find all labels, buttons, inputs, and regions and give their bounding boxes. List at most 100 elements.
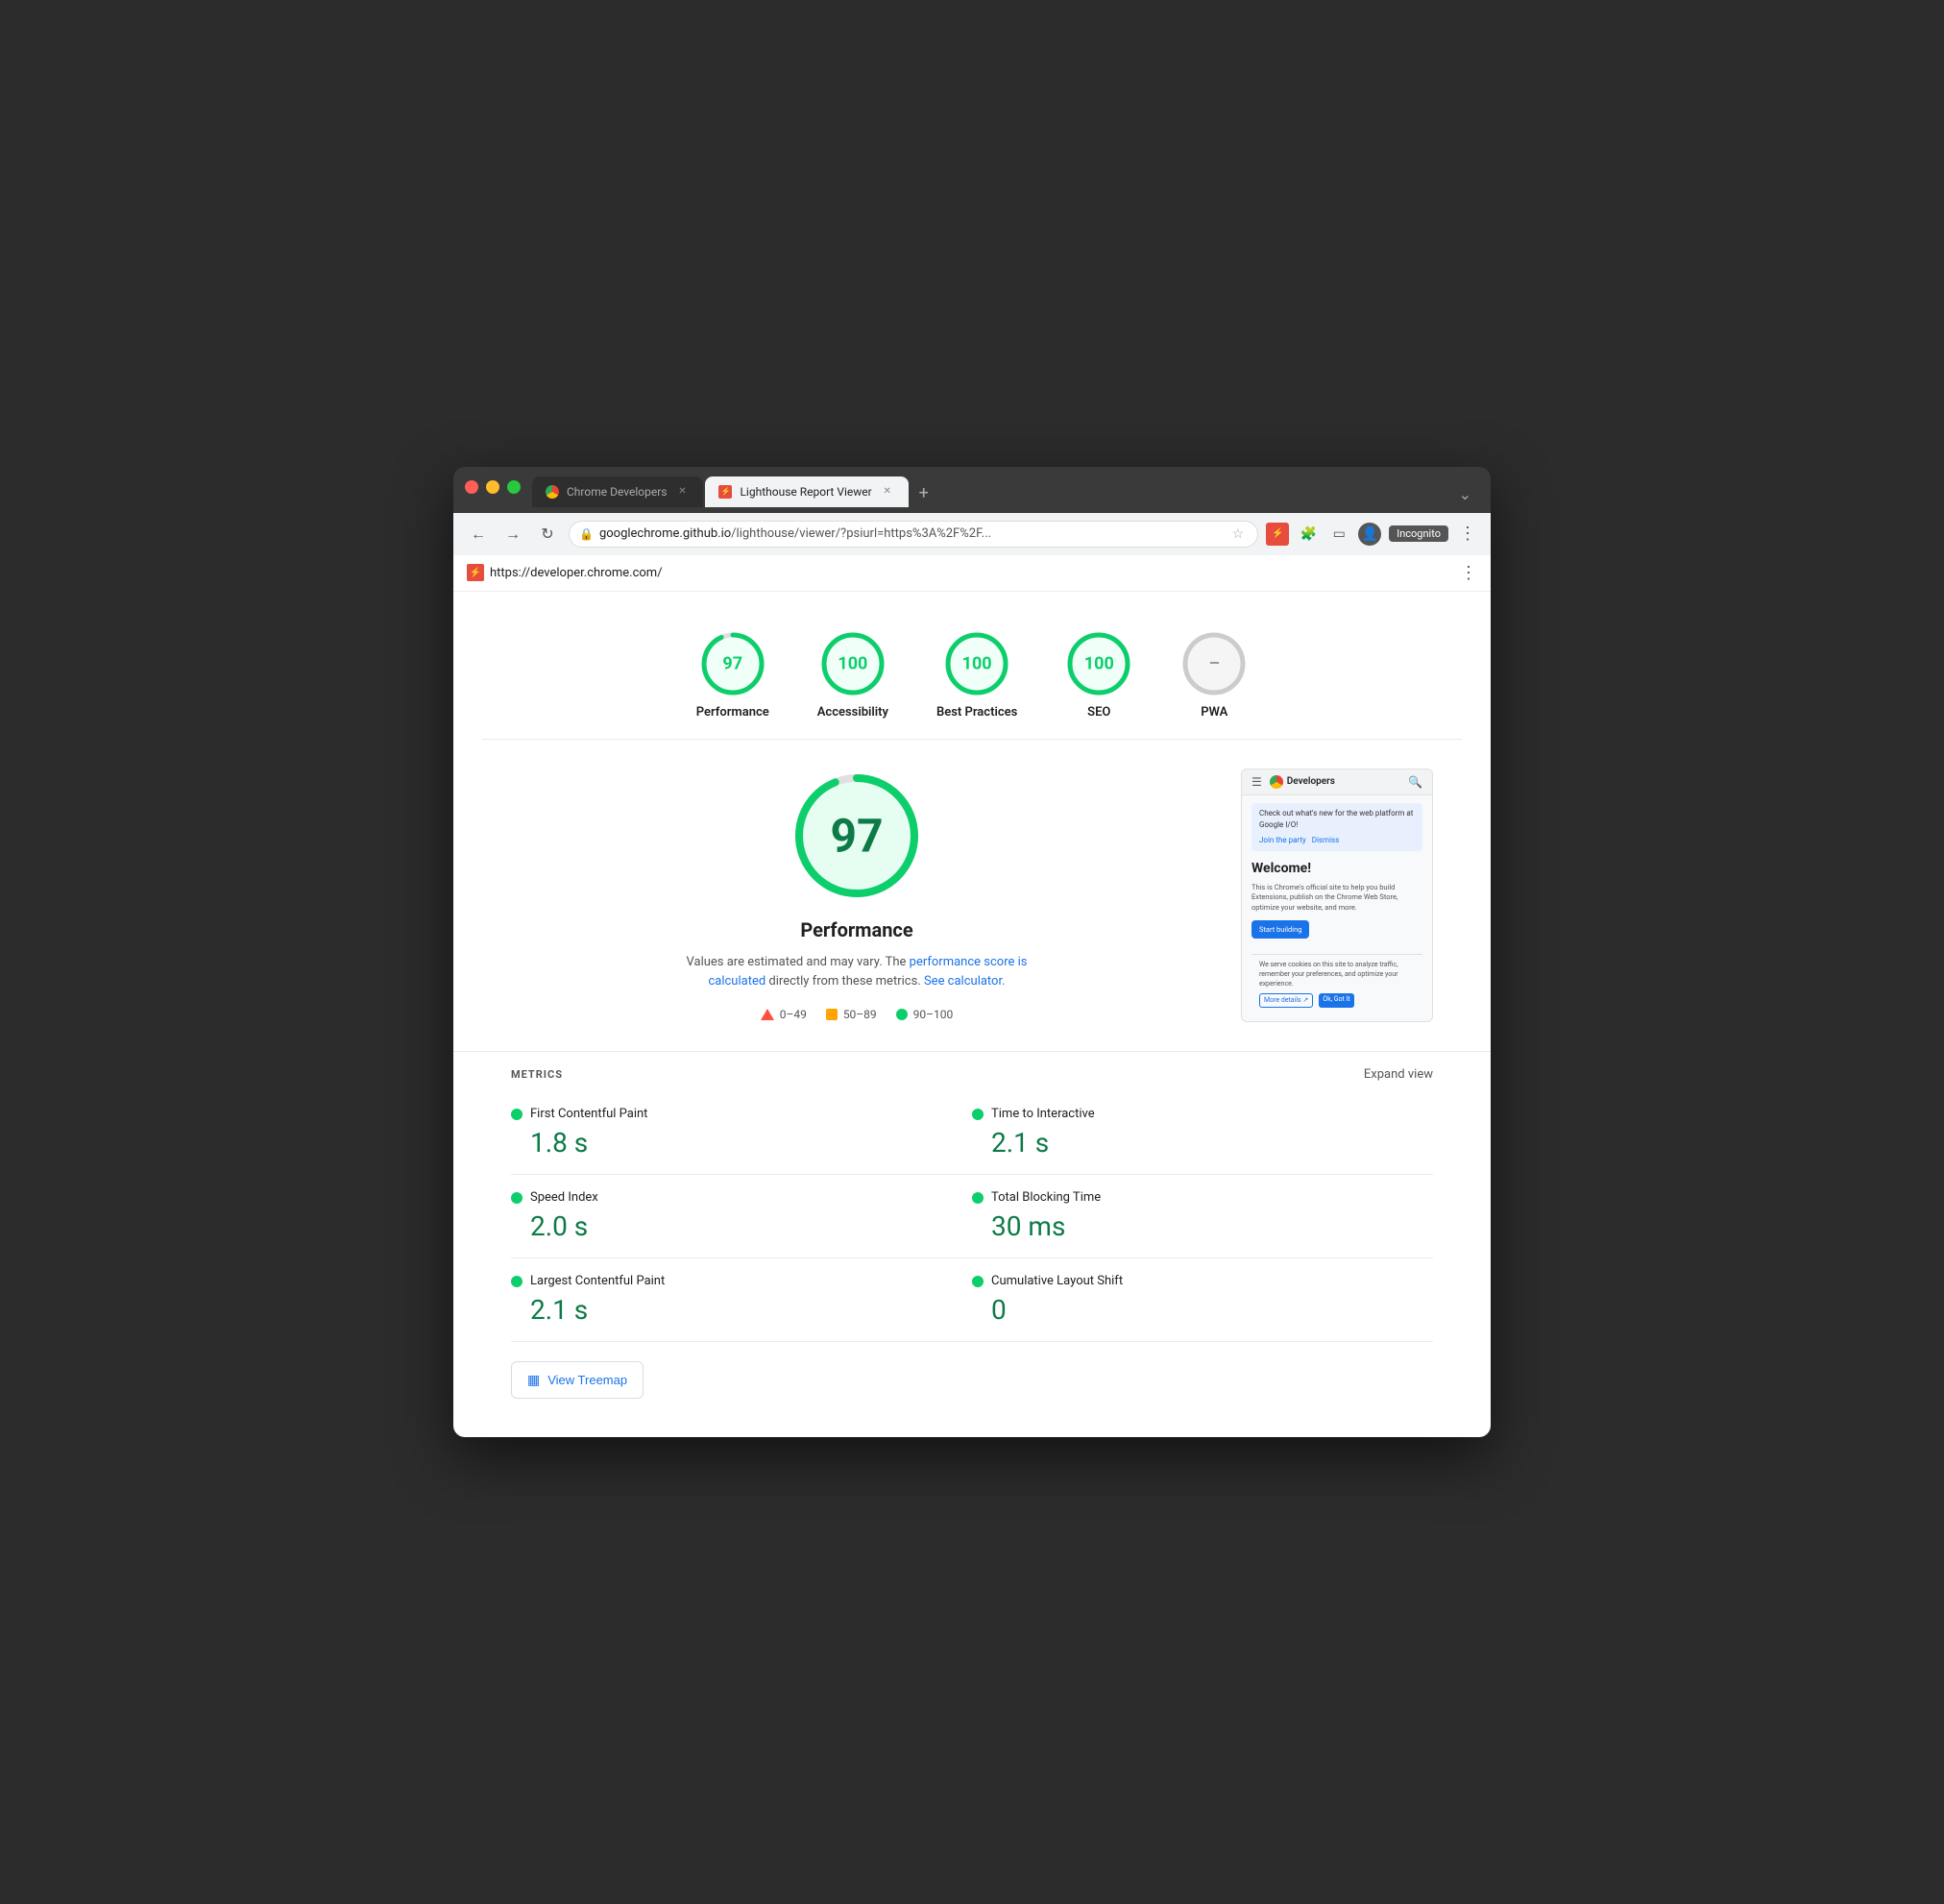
screenshot-logo: Developers: [1270, 775, 1335, 789]
calculator-link[interactable]: See calculator.: [924, 974, 1006, 989]
info-bar-icon: ⚡: [467, 564, 484, 581]
metric-name-tti: Time to Interactive: [991, 1107, 1095, 1121]
score-ring-best-practices: 100: [943, 630, 1010, 697]
screenshot-welcome: Welcome! This is Chrome's official site …: [1251, 859, 1422, 947]
expand-view-button[interactable]: Expand view: [1364, 1067, 1433, 1082]
score-item-accessibility[interactable]: 100 Accessibility: [817, 630, 888, 720]
metric-value-cls: 0: [972, 1294, 1433, 1326]
screenshot-body: Check out what's new for the web platfor…: [1242, 795, 1432, 1022]
refresh-button[interactable]: ↻: [534, 521, 561, 548]
score-value-accessibility: 100: [838, 653, 867, 673]
info-bar: ⚡ https://developer.chrome.com/ ⋮: [453, 555, 1491, 592]
screenshot-cookies: We serve cookies on this site to analyze…: [1251, 954, 1422, 1013]
metric-dot-lcp: [511, 1276, 522, 1287]
metric-name-row-lcp: Largest Contentful Paint: [511, 1274, 934, 1288]
tab-close-chrome[interactable]: ✕: [674, 484, 690, 500]
score-ring-performance: 97: [699, 630, 766, 697]
metric-name-row-tbt: Total Blocking Time: [972, 1190, 1433, 1205]
score-ring-accessibility: 100: [819, 630, 887, 697]
incognito-badge: Incognito: [1389, 525, 1448, 542]
metric-dot-fcp: [511, 1109, 522, 1120]
performance-title: Performance: [511, 918, 1203, 941]
metric-name-row-fcp: First Contentful Paint: [511, 1107, 934, 1121]
star-icon[interactable]: ☆: [1232, 526, 1245, 542]
tab-menu-button[interactable]: ⌄: [1451, 481, 1479, 507]
legend-item-average: 50–89: [826, 1008, 877, 1021]
tab-lighthouse-viewer[interactable]: ⚡ Lighthouse Report Viewer ✕: [705, 476, 908, 507]
welcome-title: Welcome!: [1251, 859, 1422, 879]
profile-icon[interactable]: 👤: [1358, 523, 1381, 546]
score-label-best-practices: Best Practices: [936, 705, 1017, 720]
address-scheme: googlechrome.github.io: [599, 526, 731, 541]
traffic-light-close[interactable]: [465, 480, 478, 494]
hamburger-icon: ☰: [1251, 775, 1262, 789]
metrics-title: METRICS: [511, 1068, 563, 1081]
score-item-best-practices[interactable]: 100 Best Practices: [936, 630, 1017, 720]
performance-description: Values are estimated and may vary. The p…: [674, 953, 1039, 993]
score-item-pwa[interactable]: – PWA: [1180, 630, 1248, 720]
screenshot-frame: ☰ Developers 🔍 Check out what's new for …: [1241, 769, 1433, 1023]
address-input[interactable]: 🔒 googlechrome.github.io/lighthouse/view…: [569, 521, 1258, 548]
forward-button[interactable]: →: [499, 521, 526, 548]
metric-item-cls: Cumulative Layout Shift 0: [972, 1258, 1433, 1342]
welcome-text: This is Chrome's official site to help y…: [1251, 883, 1422, 914]
score-ring-seo: 100: [1065, 630, 1132, 697]
tab-chrome-developers-title: Chrome Developers: [567, 485, 667, 499]
info-bar-url[interactable]: https://developer.chrome.com/: [490, 566, 663, 580]
screenshot-banner: Check out what's new for the web platfor…: [1251, 803, 1422, 851]
metric-item-fcp: First Contentful Paint 1.8 s: [511, 1091, 972, 1175]
metric-value-fcp: 1.8 s: [511, 1127, 934, 1159]
metric-dot-tbt: [972, 1192, 984, 1204]
chrome-icon: [546, 485, 559, 499]
tab-close-lighthouse[interactable]: ✕: [880, 484, 895, 500]
tab-lighthouse-title: Lighthouse Report Viewer: [740, 485, 871, 499]
metrics-grid: First Contentful Paint 1.8 s Time to Int…: [511, 1091, 1433, 1342]
search-icon: 🔍: [1408, 775, 1422, 789]
metrics-section: METRICS Expand view First Contentful Pai…: [453, 1051, 1491, 1342]
lighthouse-ext-icon[interactable]: ⚡: [1266, 523, 1289, 546]
info-bar-menu[interactable]: ⋮: [1460, 563, 1477, 583]
metric-value-si: 2.0 s: [511, 1210, 934, 1242]
menu-icon[interactable]: ⋮: [1456, 523, 1479, 546]
score-value-pwa: –: [1209, 653, 1220, 673]
new-tab-button[interactable]: +: [911, 480, 937, 507]
cookie-buttons: More details ↗ Ok, Got It: [1259, 993, 1415, 1009]
metric-name-row-si: Speed Index: [511, 1190, 934, 1205]
address-bar: ← → ↻ 🔒 googlechrome.github.io/lighthous…: [453, 513, 1491, 555]
treemap-label: View Treemap: [547, 1373, 627, 1387]
score-item-performance[interactable]: 97 Performance: [696, 630, 769, 720]
treemap-section: ▦ View Treemap: [453, 1342, 1491, 1408]
screenshot-banner-buttons: Join the party Dismiss: [1259, 835, 1415, 846]
metric-name-row-cls: Cumulative Layout Shift: [972, 1274, 1433, 1288]
view-treemap-button[interactable]: ▦ View Treemap: [511, 1361, 644, 1399]
traffic-light-minimize[interactable]: [486, 480, 499, 494]
title-bar: Chrome Developers ✕ ⚡ Lighthouse Report …: [453, 467, 1491, 513]
start-building-cta: Start building: [1251, 920, 1309, 939]
address-path: /lighthouse/viewer/?psiurl=https%3A%2F%2…: [731, 526, 991, 541]
scores-row: 97 Performance 100 Accessibility: [482, 621, 1462, 740]
good-icon: [896, 1009, 908, 1020]
tab-chrome-developers[interactable]: Chrome Developers ✕: [532, 476, 703, 507]
score-item-seo[interactable]: 100 SEO: [1065, 630, 1132, 720]
puzzle-icon[interactable]: 🧩: [1297, 523, 1320, 546]
big-score-value: 97: [830, 808, 883, 863]
average-range: 50–89: [843, 1008, 877, 1021]
score-label-performance: Performance: [696, 705, 769, 720]
metric-item-tti: Time to Interactive 2.1 s: [972, 1091, 1433, 1175]
good-range: 90–100: [913, 1008, 954, 1021]
traffic-light-maximize[interactable]: [507, 480, 521, 494]
screenshot-header: ☰ Developers 🔍: [1242, 769, 1432, 795]
address-actions: ⚡ 🧩 ▭ 👤 Incognito ⋮: [1266, 523, 1479, 546]
back-button[interactable]: ←: [465, 521, 492, 548]
average-icon: [826, 1009, 838, 1020]
chrome-small-icon: [1270, 775, 1283, 789]
cast-icon[interactable]: ▭: [1327, 523, 1350, 546]
score-label-accessibility: Accessibility: [817, 705, 888, 720]
metric-name-si: Speed Index: [530, 1190, 598, 1205]
metric-name-cls: Cumulative Layout Shift: [991, 1274, 1123, 1288]
browser-window: Chrome Developers ✕ ⚡ Lighthouse Report …: [453, 467, 1491, 1438]
traffic-lights: [465, 480, 521, 494]
metric-item-lcp: Largest Contentful Paint 2.1 s: [511, 1258, 972, 1342]
score-legend: 0–49 50–89 90–100: [511, 1008, 1203, 1021]
tabs-row: Chrome Developers ✕ ⚡ Lighthouse Report …: [532, 476, 1479, 507]
